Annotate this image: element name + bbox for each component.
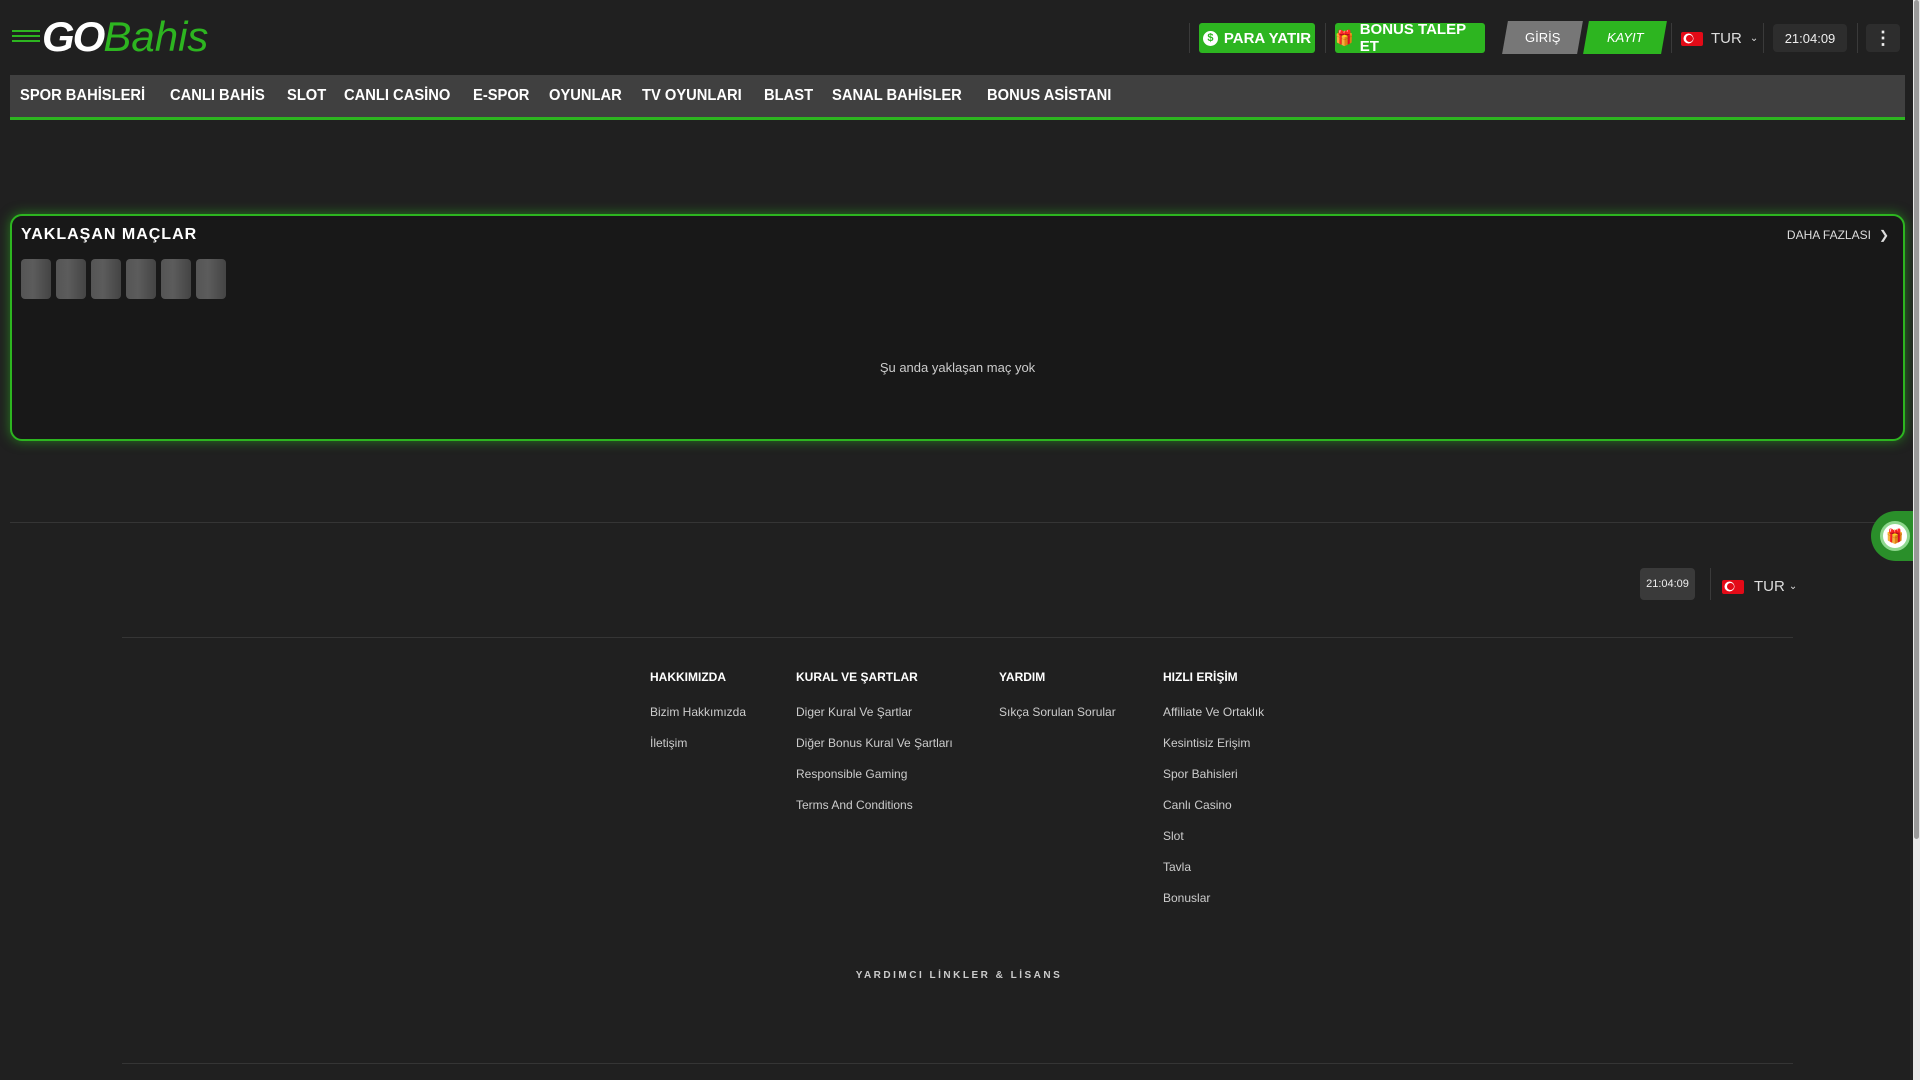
language-selector[interactable]: TUR ⌄ — [1681, 30, 1758, 47]
footer-link[interactable]: Diğer Bonus Kural Ve Şartları — [796, 736, 953, 750]
skeleton-tab — [91, 259, 121, 299]
divider — [122, 1063, 1793, 1064]
clock: 21:04:09 — [1773, 24, 1847, 52]
gift-icon: 🎁 — [1880, 521, 1910, 551]
divider — [1671, 23, 1672, 53]
main-nav: SPOR BAHİSLERİ CANLI BAHİS SLOT CANLI CA… — [10, 75, 1905, 120]
footer-link[interactable]: Sıkça Sorulan Sorular — [999, 705, 1116, 719]
footer-heading: HAKKIMIZDA — [650, 670, 726, 684]
footer-language-selector[interactable]: TUR ⌄ — [1722, 578, 1797, 595]
footer-link[interactable]: Affiliate Ve Ortaklık — [1163, 705, 1264, 719]
footer-link[interactable]: Spor Bahisleri — [1163, 767, 1238, 781]
skeleton-tab — [21, 259, 51, 299]
divider — [1857, 23, 1858, 53]
footer-link[interactable]: Kesintisiz Erişim — [1163, 736, 1250, 750]
nav-item[interactable]: CANLI BAHİS — [170, 87, 265, 105]
section-title: YAKLAŞAN MAÇLAR — [21, 226, 198, 243]
chevron-down-icon: ⌄ — [1749, 33, 1759, 44]
divider — [1710, 568, 1711, 600]
footer-link[interactable]: Bonuslar — [1163, 891, 1210, 905]
footer-link[interactable]: İletişim — [650, 736, 687, 750]
skeleton-tab — [126, 259, 156, 299]
footer-link[interactable]: Terms And Conditions — [796, 798, 913, 812]
nav-item[interactable]: E-SPOR — [473, 87, 529, 105]
divider — [1325, 23, 1326, 53]
turkey-flag-icon — [1681, 31, 1703, 46]
login-button[interactable]: GİRİŞ — [1502, 21, 1583, 54]
more-link[interactable]: DAHA FAZLASI ❯ — [1787, 228, 1889, 242]
footer-column: HIZLI ERİŞİM Affiliate Ve Ortaklık Kesin… — [1163, 670, 1264, 905]
footer-heading: HIZLI ERİŞİM — [1163, 670, 1238, 684]
nav-item[interactable]: OYUNLAR — [549, 87, 622, 105]
upcoming-matches-card: YAKLAŞAN MAÇLAR DAHA FAZLASI ❯ Şu anda ya… — [10, 214, 1905, 441]
logo-lines-icon — [12, 30, 40, 44]
scrollbar-thumb[interactable] — [1914, 0, 1919, 839]
footer-link[interactable]: Diger Kural Ve Şartlar — [796, 705, 912, 719]
nav-item[interactable]: CANLI CASİNO — [344, 87, 450, 105]
footer-link[interactable]: Tavla — [1163, 860, 1191, 874]
footer-link[interactable]: Slot — [1163, 829, 1184, 843]
skeleton-tab — [196, 259, 226, 299]
divider — [1189, 23, 1190, 53]
nav-item[interactable]: SPOR BAHİSLERİ — [20, 87, 145, 105]
nav-item[interactable]: SANAL BAHİSLER — [832, 87, 962, 105]
footer-column: KURAL VE ŞARTLAR Diger Kural Ve Şartlar … — [796, 670, 953, 812]
nav-item[interactable]: TV OYUNLARI — [642, 87, 742, 105]
bonus-request-button[interactable]: 🎁 BONUS TALEP ET — [1335, 21, 1485, 55]
divider — [122, 637, 1793, 638]
chevron-down-icon: ⌄ — [1788, 581, 1798, 592]
more-menu-icon[interactable]: ⋮ — [1866, 24, 1900, 52]
deposit-button[interactable]: $ PARA YATIR — [1199, 23, 1315, 53]
gift-icon: 🎁 — [1335, 30, 1354, 47]
skeleton-tab — [56, 259, 86, 299]
skeleton-tab — [161, 259, 191, 299]
footer-link[interactable]: Bizim Hakkımızda — [650, 705, 746, 719]
footer-link[interactable]: Canlı Casino — [1163, 798, 1232, 812]
license-heading: YARDIMCI LİNKLER & LİSANS — [855, 970, 1063, 981]
empty-message: Şu anda yaklaşan maç yok — [879, 360, 1036, 375]
nav-item[interactable]: SLOT — [287, 87, 326, 105]
logo[interactable]: GO Bahis — [12, 13, 208, 60]
divider — [10, 522, 1905, 523]
chevron-right-icon: ❯ — [1878, 228, 1889, 242]
divider — [1763, 23, 1764, 53]
scrollbar[interactable] — [1913, 0, 1920, 1080]
footer-clock: 21:04:09 — [1640, 568, 1695, 600]
footer-heading: KURAL VE ŞARTLAR — [796, 670, 918, 684]
footer-link[interactable]: Responsible Gaming — [796, 767, 907, 781]
register-button[interactable]: KAYIT — [1583, 21, 1667, 54]
turkey-flag-icon — [1722, 579, 1744, 594]
nav-item[interactable]: BLAST — [764, 87, 813, 105]
footer-heading: YARDIM — [999, 670, 1046, 684]
footer-column: HAKKIMIZDA Bizim Hakkımızda İletişim — [650, 670, 746, 750]
footer-column: YARDIM Sıkça Sorulan Sorular — [999, 670, 1116, 719]
dollar-icon: $ — [1202, 30, 1218, 46]
nav-item[interactable]: BONUS ASİSTANI — [987, 87, 1111, 105]
